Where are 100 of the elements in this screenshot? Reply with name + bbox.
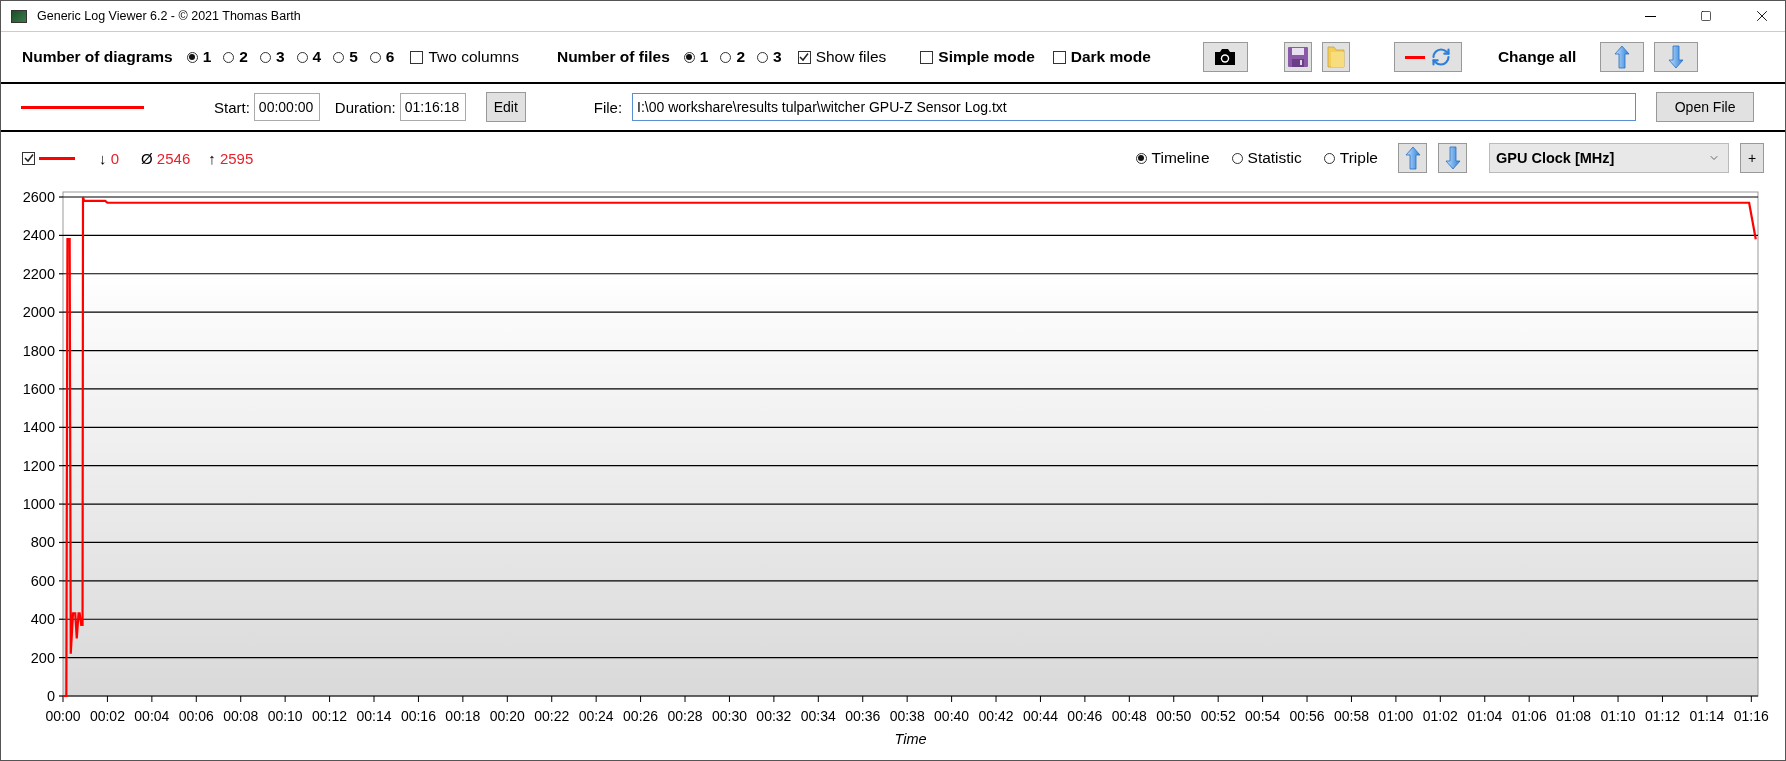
axis-label: 00:12 [312, 708, 348, 724]
diagrams-label: Number of diagrams [22, 48, 173, 66]
axis-label: 00:20 [489, 708, 525, 724]
window-title: Generic Log Viewer 6.2 - © 2021 Thomas Barth [37, 9, 302, 23]
axis-label: 00:34 [800, 708, 836, 724]
move-down-button[interactable] [1438, 143, 1467, 173]
up-arrow-icon [1403, 146, 1422, 170]
checkbox[interactable]: Two columns [410, 48, 519, 66]
axis-label: 00:00 [45, 708, 81, 724]
edit-button[interactable]: Edit [485, 92, 526, 122]
radio-button[interactable] [720, 51, 732, 63]
radio-label[interactable]: 2 [736, 48, 745, 66]
radio-label[interactable]: Timeline [1151, 149, 1210, 167]
file-path-field[interactable]: I:\00 workshare\results tulpar\witcher GPU-Z Sensor Log.txt [632, 93, 1637, 121]
axis-label: 01:06 [1511, 708, 1547, 724]
maximize-icon [1700, 10, 1712, 22]
radio-button[interactable] [223, 51, 235, 63]
open-folder-button[interactable] [1321, 42, 1350, 72]
radio-button[interactable] [296, 51, 308, 63]
camera-icon [1213, 48, 1238, 66]
radio-button[interactable] [260, 51, 271, 63]
up-arrow-icon [1613, 45, 1632, 69]
move-down-button[interactable] [1654, 42, 1699, 72]
radio-button[interactable] [757, 51, 768, 63]
radio-label[interactable]: 2 [239, 48, 248, 66]
axis-title: Time [894, 731, 927, 747]
radio-label[interactable]: 5 [349, 48, 358, 66]
axis-label: 800 [30, 534, 55, 551]
axis-label: 01:02 [1422, 708, 1458, 724]
radio-button[interactable] [186, 51, 198, 63]
checkbox[interactable]: Dark mode [1052, 48, 1151, 66]
app-icon [11, 9, 27, 23]
axis-label: 00:16 [400, 708, 436, 724]
radio-label[interactable]: Triple [1339, 149, 1378, 167]
duration-label: Duration: [334, 98, 396, 116]
refresh-icon [1430, 47, 1451, 67]
radio-button[interactable] [1135, 152, 1147, 164]
axis-label: 00:18 [445, 708, 481, 724]
axis-label: 1600 [22, 380, 55, 397]
radio-button[interactable] [369, 51, 381, 63]
axis-label: 00:24 [578, 708, 614, 724]
axis-label: 01:16 [1733, 708, 1769, 724]
radio-label[interactable]: 3 [276, 48, 285, 66]
save-button[interactable] [1283, 42, 1312, 72]
axis-label: 2600 [22, 189, 55, 205]
axis-label: 00:58 [1333, 708, 1369, 724]
axis-label: 00:36 [845, 708, 881, 724]
axis-label: 00:32 [756, 708, 792, 724]
radio-button[interactable] [1323, 152, 1335, 164]
series-checkbox[interactable] [22, 151, 35, 165]
axis-label: 01:12 [1644, 708, 1680, 724]
move-up-button[interactable] [1600, 42, 1645, 72]
axis-label: 00:44 [1022, 708, 1058, 724]
series-line-sample [39, 156, 75, 160]
axis-label: 01:04 [1467, 708, 1503, 724]
screenshot-button[interactable] [1202, 42, 1248, 72]
axis-label: 00:06 [178, 708, 214, 724]
axis-label: 01:08 [1556, 708, 1592, 724]
average-value: Ø 2546 [141, 149, 191, 167]
checkbox[interactable]: Simple mode [920, 48, 1035, 66]
radio-label[interactable]: 4 [312, 48, 322, 66]
axis-label: 200 [30, 649, 55, 666]
axis-label: 0 [46, 688, 55, 704]
axis-label: 1800 [22, 342, 55, 359]
axis-label: 00:40 [934, 708, 970, 724]
axis-label: 00:02 [89, 708, 125, 724]
signal-dropdown[interactable]: GPU Clock [MHz] [1489, 143, 1729, 173]
radio-button[interactable] [1231, 152, 1243, 164]
file-label: File: [593, 98, 623, 116]
open-file-button[interactable]: Open File [1656, 92, 1755, 122]
axis-label: 1400 [22, 419, 55, 436]
axis-label: 00:26 [623, 708, 659, 724]
axis-label: 00:42 [978, 708, 1014, 724]
axis-label: 2000 [22, 304, 55, 321]
radio-label[interactable]: 6 [385, 48, 395, 66]
checkbox[interactable]: Show files [797, 48, 887, 66]
move-up-button[interactable] [1398, 143, 1427, 173]
change-all-label: Change all [1497, 48, 1577, 66]
axis-label: 1200 [22, 457, 55, 474]
radio-button[interactable] [333, 51, 345, 63]
axis-label: 2400 [22, 227, 55, 244]
radio-button[interactable] [683, 51, 695, 63]
axis-label: 00:08 [223, 708, 259, 724]
axis-label: 00:14 [356, 708, 392, 724]
duration-field[interactable]: 01:16:18 [399, 93, 466, 121]
axis-label: 00:46 [1067, 708, 1103, 724]
swap-color-button[interactable] [1393, 42, 1462, 72]
start-field[interactable]: 00:00:00 [253, 93, 320, 121]
axis-label: 00:52 [1200, 708, 1236, 724]
axis-label: 00:48 [1111, 708, 1147, 724]
axis-label: 1000 [22, 496, 55, 513]
radio-label[interactable]: Statistic [1247, 149, 1302, 167]
add-button[interactable]: + [1740, 143, 1764, 173]
radio-label[interactable]: 1 [699, 48, 709, 66]
radio-label[interactable]: 1 [202, 48, 212, 66]
start-label: Start: [214, 98, 250, 116]
radio-label[interactable]: 3 [773, 48, 782, 66]
checkmark-icon [799, 52, 810, 62]
checkmark-icon [23, 153, 34, 163]
axis-label: 01:00 [1378, 708, 1414, 724]
